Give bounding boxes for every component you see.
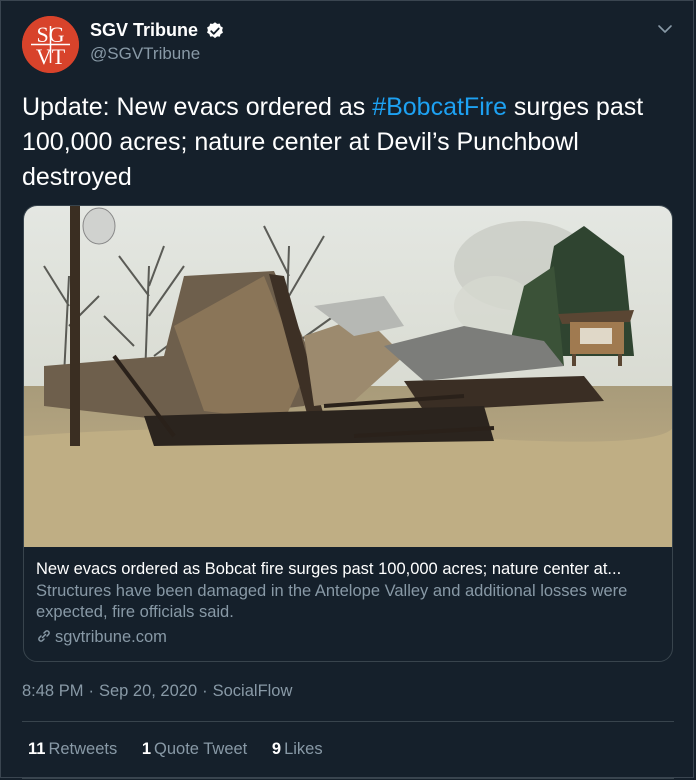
tweet-text-prefix: Update: New evacs ordered as xyxy=(22,93,373,121)
card-image[interactable] xyxy=(24,206,673,547)
tweet-source[interactable]: SocialFlow xyxy=(213,682,293,700)
retweets-count: 11 xyxy=(28,740,46,758)
divider xyxy=(22,778,674,779)
quote-tweets-stat[interactable]: 1 Quote Tweet xyxy=(142,740,247,759)
meta-separator: · xyxy=(202,682,208,700)
hashtag-link[interactable]: #BobcatFire xyxy=(372,93,507,121)
card-body: New evacs ordered as Bobcat fire surges … xyxy=(36,558,666,648)
link-icon xyxy=(38,630,50,642)
likes-label: Likes xyxy=(284,740,323,758)
tweet-text: Update: New evacs ordered as #BobcatFire… xyxy=(22,90,674,195)
likes-count: 9 xyxy=(271,740,282,758)
quotes-count: 1 xyxy=(141,740,152,758)
card-domain-text[interactable]: sgvtribune.com xyxy=(55,628,167,646)
card-title[interactable]: New evacs ordered as Bobcat fire surges … xyxy=(36,558,666,580)
tweet-stats: 11 Retweets 1 Quote Tweet 9 Likes xyxy=(28,740,343,759)
verified-badge-icon xyxy=(207,21,224,38)
card-domain[interactable]: sgvtribune.com xyxy=(36,626,666,648)
avatar-logo: SG VT xyxy=(22,16,79,73)
quotes-label: Quote Tweet xyxy=(154,740,248,758)
card-description: Structures have been damaged in the Ante… xyxy=(36,582,628,621)
tweet-header: SG VT SGV Tribune @SGVTribune xyxy=(22,14,674,74)
avatar-text-bottom: VT xyxy=(36,44,66,69)
avatar[interactable]: SG VT xyxy=(22,16,79,73)
tweet-date[interactable]: Sep 20, 2020 xyxy=(99,682,197,700)
retweets-stat[interactable]: 11 Retweets xyxy=(28,740,117,759)
chevron-down-icon[interactable] xyxy=(656,20,674,38)
link-card[interactable]: New evacs ordered as Bobcat fire surges … xyxy=(23,205,673,662)
display-name[interactable]: SGV Tribune xyxy=(90,20,198,41)
retweets-label: Retweets xyxy=(48,740,118,758)
tweet-time[interactable]: 8:48 PM xyxy=(22,682,83,700)
meta-separator: · xyxy=(88,682,94,700)
divider xyxy=(22,721,674,722)
author-block[interactable]: SGV Tribune @SGVTribune xyxy=(90,20,225,64)
handle[interactable]: @SGVTribune xyxy=(90,44,225,64)
likes-stat[interactable]: 9 Likes xyxy=(272,740,323,759)
tweet-meta: 8:48 PM · Sep 20, 2020 · SocialFlow xyxy=(22,682,292,701)
